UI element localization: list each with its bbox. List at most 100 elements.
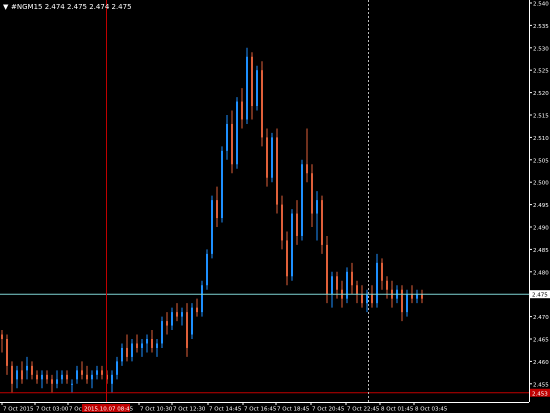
candle-body (246, 56, 248, 120)
candle (211, 195, 213, 259)
candle (206, 249, 208, 290)
candle-body (16, 370, 18, 380)
price-tick-label: 2.505 (533, 158, 549, 164)
candle-body (171, 312, 173, 326)
candle-body (236, 101, 238, 165)
candle (201, 280, 203, 317)
candle-body (326, 244, 328, 295)
candle-body (271, 137, 273, 178)
candle-body (136, 343, 138, 348)
candle-body (376, 262, 378, 304)
candle-body (351, 271, 353, 286)
candle-body (231, 123, 233, 165)
price-tick-label: 2.495 (533, 203, 549, 209)
candle-body (211, 200, 213, 254)
candle-body (141, 343, 143, 348)
candle-body (81, 370, 83, 375)
candle (236, 97, 238, 169)
candle-body (161, 321, 163, 344)
candle-body (356, 285, 358, 295)
candle-body (296, 213, 298, 236)
candle-body (51, 379, 53, 384)
candle-body (281, 204, 283, 241)
time-tick-label: 7 Oct 14:45 (209, 407, 242, 413)
candle-body (76, 370, 78, 380)
candle-body (146, 339, 148, 344)
candle-body (331, 276, 333, 295)
candle-body (186, 312, 188, 348)
current-price-label: 2.475 (532, 293, 548, 299)
price-chart[interactable]: 2.540 2.535 2.530 2.525 2.520 2.515 2.510 2.505… (0, 0, 550, 413)
candle-body (276, 137, 278, 205)
candle (301, 159, 303, 241)
time-tick-label: 8 Oct 03:45 (415, 407, 448, 413)
candle (261, 61, 263, 147)
candle (346, 267, 348, 304)
candle-body (156, 343, 158, 348)
price-tick-label: 2.455 (533, 382, 549, 388)
crosshair-time-label: 2015.10.07 08:45 (84, 407, 134, 413)
candle-body (86, 374, 88, 380)
symbol-quote-label: #NGM15 2.474 2.475 2.474 2.475 (11, 3, 132, 11)
candle-body (401, 289, 403, 313)
candle-body (386, 280, 388, 290)
candle-body (381, 262, 383, 281)
candle-body (31, 365, 33, 375)
candle-body (121, 347, 123, 362)
candle-body (411, 294, 413, 299)
candle-body (1, 334, 3, 339)
candle (271, 132, 273, 183)
price-tick-label: 2.510 (533, 136, 549, 142)
candle-body (251, 56, 253, 107)
candle (221, 146, 223, 223)
candle-body (416, 294, 418, 299)
time-tick-label: 7 Oct 20:45 (312, 407, 345, 413)
candle (291, 209, 293, 281)
candle-body (301, 164, 303, 236)
candle-body (256, 70, 258, 107)
candle-body (101, 370, 103, 375)
candle-body (46, 374, 48, 380)
candle-body (306, 164, 308, 174)
candle-body (316, 200, 318, 214)
candle-body (151, 339, 153, 348)
candle-body (166, 321, 168, 326)
candle-body (421, 294, 423, 299)
candle-body (116, 361, 118, 375)
dropdown-arrow-icon[interactable]: ▼ (3, 3, 9, 11)
candle-body (216, 200, 218, 219)
candle-body (6, 339, 8, 366)
candle-body (311, 173, 313, 214)
time-tick-label: 7 Oct 10:30 (140, 407, 173, 413)
time-tick-label: 7 Oct 18:45 (277, 407, 310, 413)
candle-body (261, 70, 263, 138)
candle (256, 65, 258, 111)
price-tick-label: 2.490 (533, 226, 549, 232)
candle-body (366, 294, 368, 304)
candle-body (291, 213, 293, 277)
candle-body (361, 294, 363, 304)
candle (246, 47, 248, 124)
candle (276, 128, 278, 214)
candle-body (126, 347, 128, 357)
candle-body (241, 101, 243, 120)
candle-body (206, 253, 208, 286)
candle-body (321, 200, 323, 245)
candle-body (26, 365, 28, 371)
candle (191, 303, 193, 339)
time-tick-label: 7 Oct 12:30 (173, 407, 206, 413)
time-tick-label: 7 Oct 03:00 (36, 407, 69, 413)
candle-body (41, 374, 43, 380)
time-tick-label: 7 Oct 2015 (3, 407, 34, 413)
candle-body (191, 307, 193, 335)
price-tick-label: 2.515 (533, 114, 549, 120)
candle-body (111, 374, 113, 384)
price-tick-label: 2.535 (533, 24, 549, 30)
candle-body (176, 312, 178, 317)
chart-header: ▼ #NGM15 2.474 2.475 2.474 2.475 (3, 3, 132, 11)
time-tick-label: 7 Oct 16:45 (244, 407, 277, 413)
price-tick-label: 2.470 (533, 315, 549, 321)
price-tick-label: 2.520 (533, 91, 549, 97)
candle-body (36, 374, 38, 380)
price-tick-label: 2.485 (533, 248, 549, 254)
